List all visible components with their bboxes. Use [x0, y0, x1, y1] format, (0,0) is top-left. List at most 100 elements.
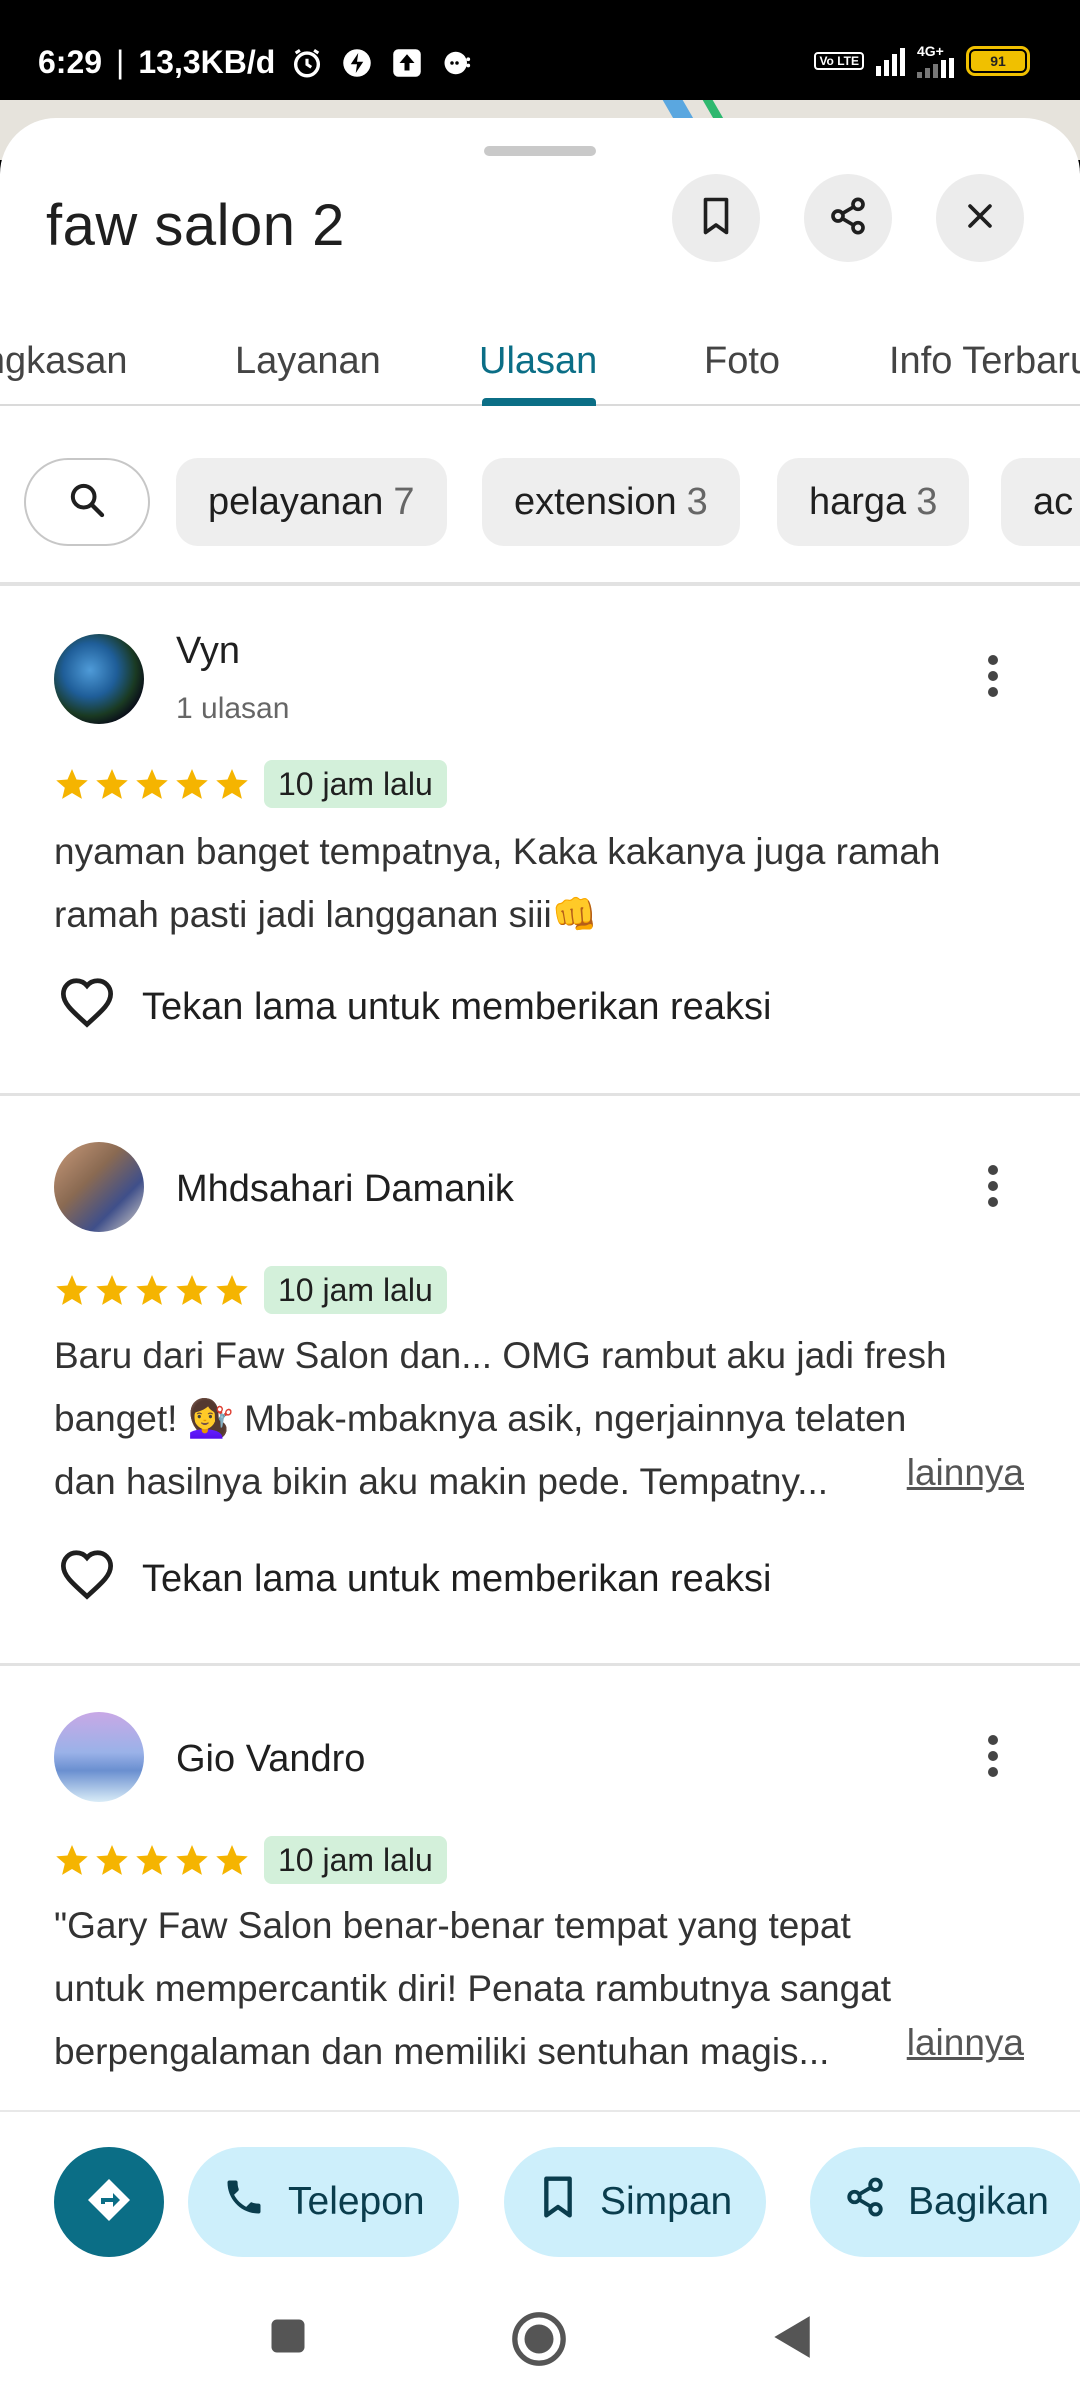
review-text: nyaman banget tempatnya, Kaka kakanya ju… — [54, 831, 941, 935]
share-label: Bagikan — [908, 2180, 1049, 2223]
share-place-button[interactable] — [804, 174, 892, 262]
more-vert-icon — [987, 1164, 999, 1213]
directions-icon — [85, 2176, 133, 2229]
star-icon — [136, 1845, 168, 1875]
star-icon — [136, 1275, 168, 1305]
home-button[interactable] — [510, 2310, 568, 2373]
save-place-button[interactable] — [672, 174, 760, 262]
star-icon — [56, 1275, 88, 1305]
recents-button[interactable] — [266, 2314, 310, 2363]
alarm-icon — [289, 45, 325, 81]
shield-bolt-icon — [339, 45, 375, 81]
save-label: Simpan — [600, 2180, 733, 2223]
more-options-button[interactable] — [966, 1728, 1020, 1788]
star-rating — [54, 1842, 250, 1878]
star-icon — [176, 1845, 208, 1875]
signal-icon-2 — [917, 58, 954, 78]
chip-ac[interactable]: ac — [1001, 458, 1080, 546]
review-text: "Gary Faw Salon benar-benar tempat yang … — [54, 1905, 892, 2072]
star-icon — [96, 1275, 128, 1305]
directions-button[interactable] — [54, 2147, 164, 2257]
call-button[interactable]: Telepon — [188, 2147, 459, 2257]
share-icon — [828, 196, 868, 241]
active-tab-indicator — [482, 398, 596, 406]
chip-pelayanan[interactable]: pelayanan 7 — [176, 458, 447, 546]
avatar[interactable] — [54, 1142, 144, 1232]
save-button[interactable]: Simpan — [504, 2147, 767, 2257]
star-icon — [176, 1275, 208, 1305]
reaction-button[interactable]: Tekan lama untuk memberikan reaksi — [58, 976, 771, 1038]
tab-overview[interactable]: Ringkasan — [0, 340, 128, 383]
close-button[interactable] — [936, 174, 1024, 262]
star-icon — [56, 769, 88, 799]
more-options-button[interactable] — [966, 648, 1020, 708]
share-icon — [844, 2176, 886, 2228]
square-icon — [271, 2319, 305, 2353]
status-time: 6:29 — [38, 44, 103, 80]
tab-photos[interactable]: Foto — [704, 340, 780, 383]
search-reviews-button[interactable] — [24, 458, 150, 546]
star-icon — [216, 1845, 248, 1875]
reaction-label: Tekan lama untuk memberikan reaksi — [142, 985, 772, 1028]
chip-harga[interactable]: harga 3 — [777, 458, 970, 546]
tab-reviews[interactable]: Ulasan — [479, 340, 597, 383]
search-icon — [67, 480, 107, 525]
tab-updates[interactable]: Info Terbaru — [889, 340, 1080, 383]
tab-services[interactable]: Layanan — [235, 340, 381, 383]
more-vert-icon — [987, 1734, 999, 1783]
place-tabs: Ringkasan Layanan Ulasan Foto Info Terba… — [0, 306, 1080, 406]
avatar[interactable] — [54, 634, 144, 724]
star-icon — [216, 1275, 248, 1305]
upload-icon — [389, 45, 425, 81]
phone-icon — [222, 2175, 266, 2229]
review-text: Baru dari Faw Salon dan... OMG rambut ak… — [54, 1335, 947, 1502]
more-vert-icon — [987, 654, 999, 703]
review-item-vyn: Vyn 1 ulasan 10 jam lalu nyaman banget t… — [0, 588, 1080, 1096]
place-title: faw salon 2 — [46, 193, 345, 258]
drag-handle[interactable] — [484, 146, 596, 156]
read-more-link[interactable]: lainnya — [907, 1452, 1024, 1494]
heart-outline-icon — [58, 976, 116, 1038]
system-nav-bar — [0, 2282, 1080, 2400]
back-button[interactable] — [768, 2312, 814, 2367]
chat-icon — [439, 45, 475, 81]
review-time-badge: 10 jam lalu — [264, 760, 447, 808]
star-icon — [176, 769, 208, 799]
reaction-label: Tekan lama untuk memberikan reaksi — [142, 1557, 772, 1600]
status-bar: 6:29 | 13,3KB/d Vo LTE 4G+ 91 — [0, 0, 1080, 110]
avatar[interactable] — [54, 1712, 144, 1802]
star-icon — [56, 1845, 88, 1875]
more-options-button[interactable] — [966, 1158, 1020, 1218]
star-icon — [96, 1845, 128, 1875]
status-speed: 13,3KB/d — [138, 44, 276, 80]
back-triangle-icon — [774, 2316, 810, 2358]
review-filter-chips: pelayanan 7 extension 3 harga 3 ac — [0, 406, 1080, 586]
reaction-button[interactable]: Tekan lama untuk memberikan reaksi — [58, 1548, 771, 1610]
star-icon — [96, 769, 128, 799]
reviewer-review-count: 1 ulasan — [176, 692, 290, 725]
read-more-link[interactable]: lainnya — [907, 2022, 1024, 2064]
review-item-mhdsahari: Mhdsahari Damanik 10 jam lalu Baru dari … — [0, 1096, 1080, 1666]
call-label: Telepon — [288, 2180, 425, 2223]
star-rating — [54, 1272, 250, 1308]
network-type: 4G+ — [917, 43, 944, 59]
reviewer-name[interactable]: Vyn — [176, 630, 240, 673]
star-rating — [54, 766, 250, 802]
home-circle-icon — [512, 2312, 566, 2366]
signal-icon — [876, 46, 905, 76]
review-time-badge: 10 jam lalu — [264, 1836, 447, 1884]
reviewer-name[interactable]: Mhdsahari Damanik — [176, 1168, 514, 1211]
chip-extension[interactable]: extension 3 — [482, 458, 740, 546]
bookmark-icon — [538, 2175, 578, 2229]
reviewer-name[interactable]: Gio Vandro — [176, 1738, 365, 1781]
close-icon — [963, 199, 997, 238]
heart-outline-icon — [58, 1548, 116, 1610]
battery-level: 91 — [971, 51, 1025, 71]
share-button[interactable]: Bagikan — [810, 2147, 1080, 2257]
volte-indicator: Vo LTE — [814, 52, 864, 70]
review-time-badge: 10 jam lalu — [264, 1266, 447, 1314]
bookmark-icon — [698, 196, 734, 241]
review-item-gio: Gio Vandro 10 jam lalu "Gary Faw Salon b… — [0, 1666, 1080, 2116]
star-icon — [136, 769, 168, 799]
star-icon — [216, 769, 248, 799]
